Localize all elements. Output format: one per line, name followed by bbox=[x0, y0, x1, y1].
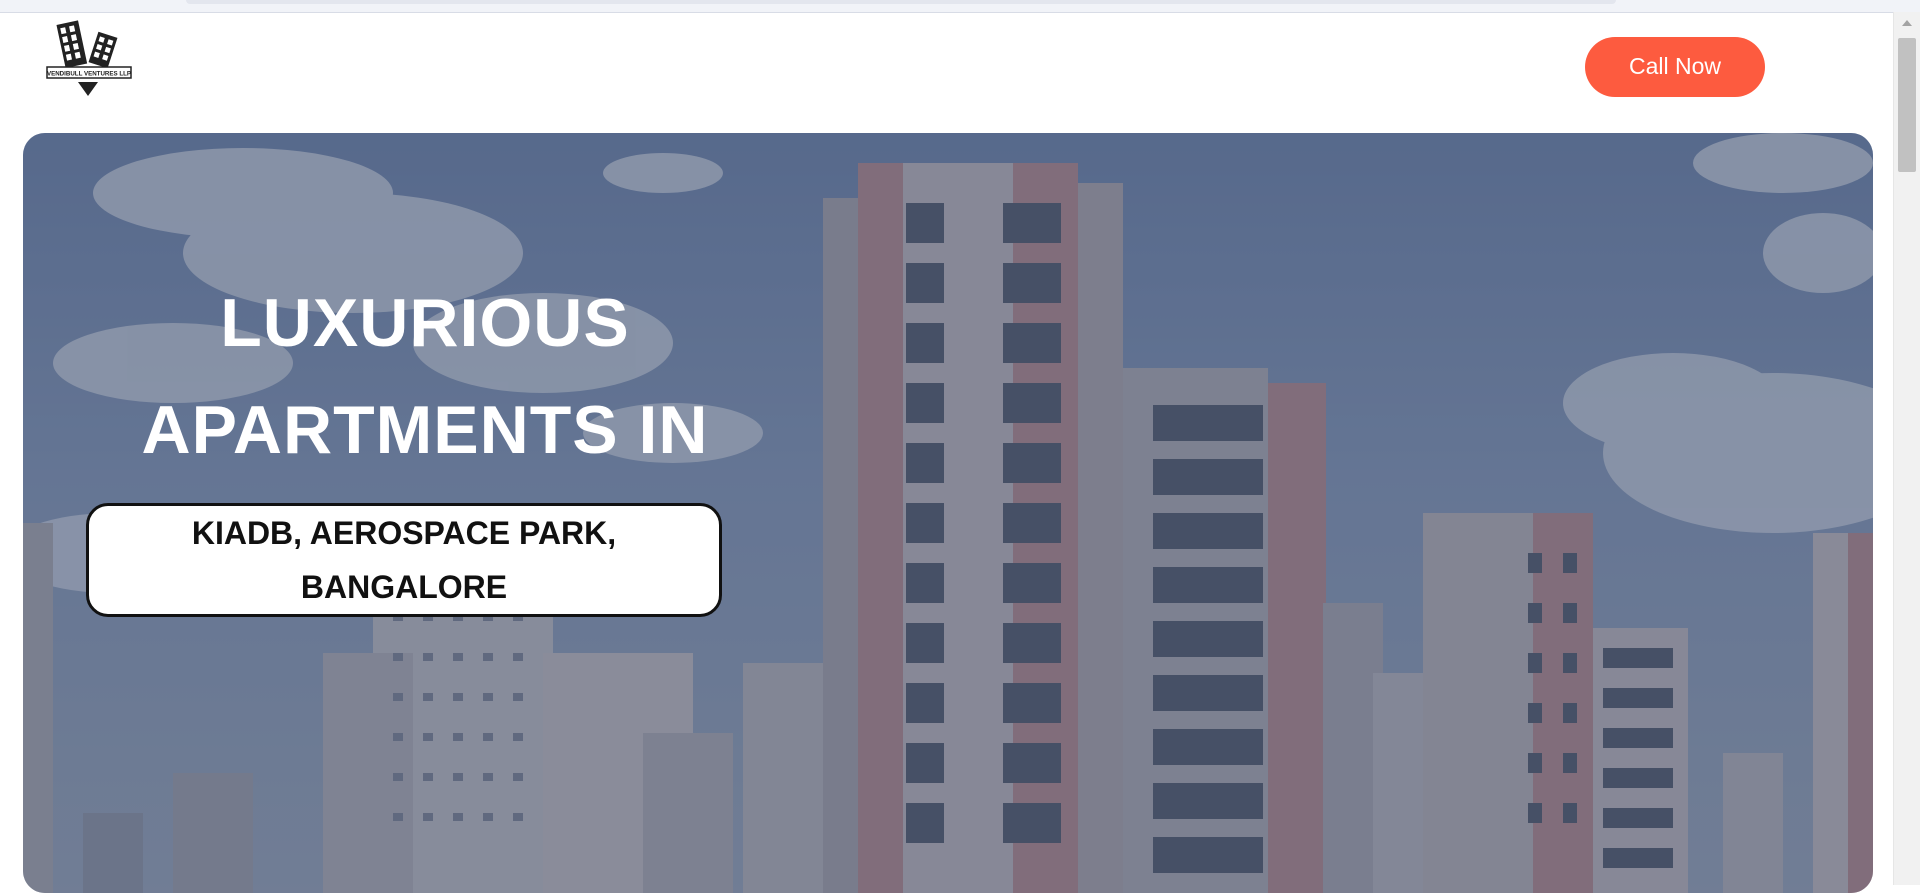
page-scrollbar[interactable] bbox=[1893, 12, 1920, 885]
hero-headline-line1: LUXURIOUS bbox=[220, 285, 630, 361]
building-v-logo-icon: VENDIBULL VENTURES LLP bbox=[46, 20, 132, 96]
hero-headline-line2: APARTMENTS IN bbox=[141, 392, 709, 468]
hero-headline: LUXURIOUS APARTMENTS IN bbox=[120, 270, 730, 484]
location-text: KIADB, AEROSPACE PARK, BANGALORE bbox=[191, 515, 617, 605]
site-logo[interactable]: VENDIBULL VENTURES LLP bbox=[45, 20, 135, 100]
svg-text:VENDIBULL VENTURES LLP: VENDIBULL VENTURES LLP bbox=[47, 71, 131, 78]
browser-chrome-strip bbox=[0, 0, 1920, 13]
call-now-button[interactable]: Call Now bbox=[1585, 37, 1765, 97]
location-badge: KIADB, AEROSPACE PARK, BANGALORE bbox=[86, 503, 722, 617]
address-bar[interactable] bbox=[186, 0, 1616, 4]
scrollbar-thumb[interactable] bbox=[1898, 38, 1916, 172]
scroll-up-arrow-icon[interactable] bbox=[1902, 20, 1912, 26]
